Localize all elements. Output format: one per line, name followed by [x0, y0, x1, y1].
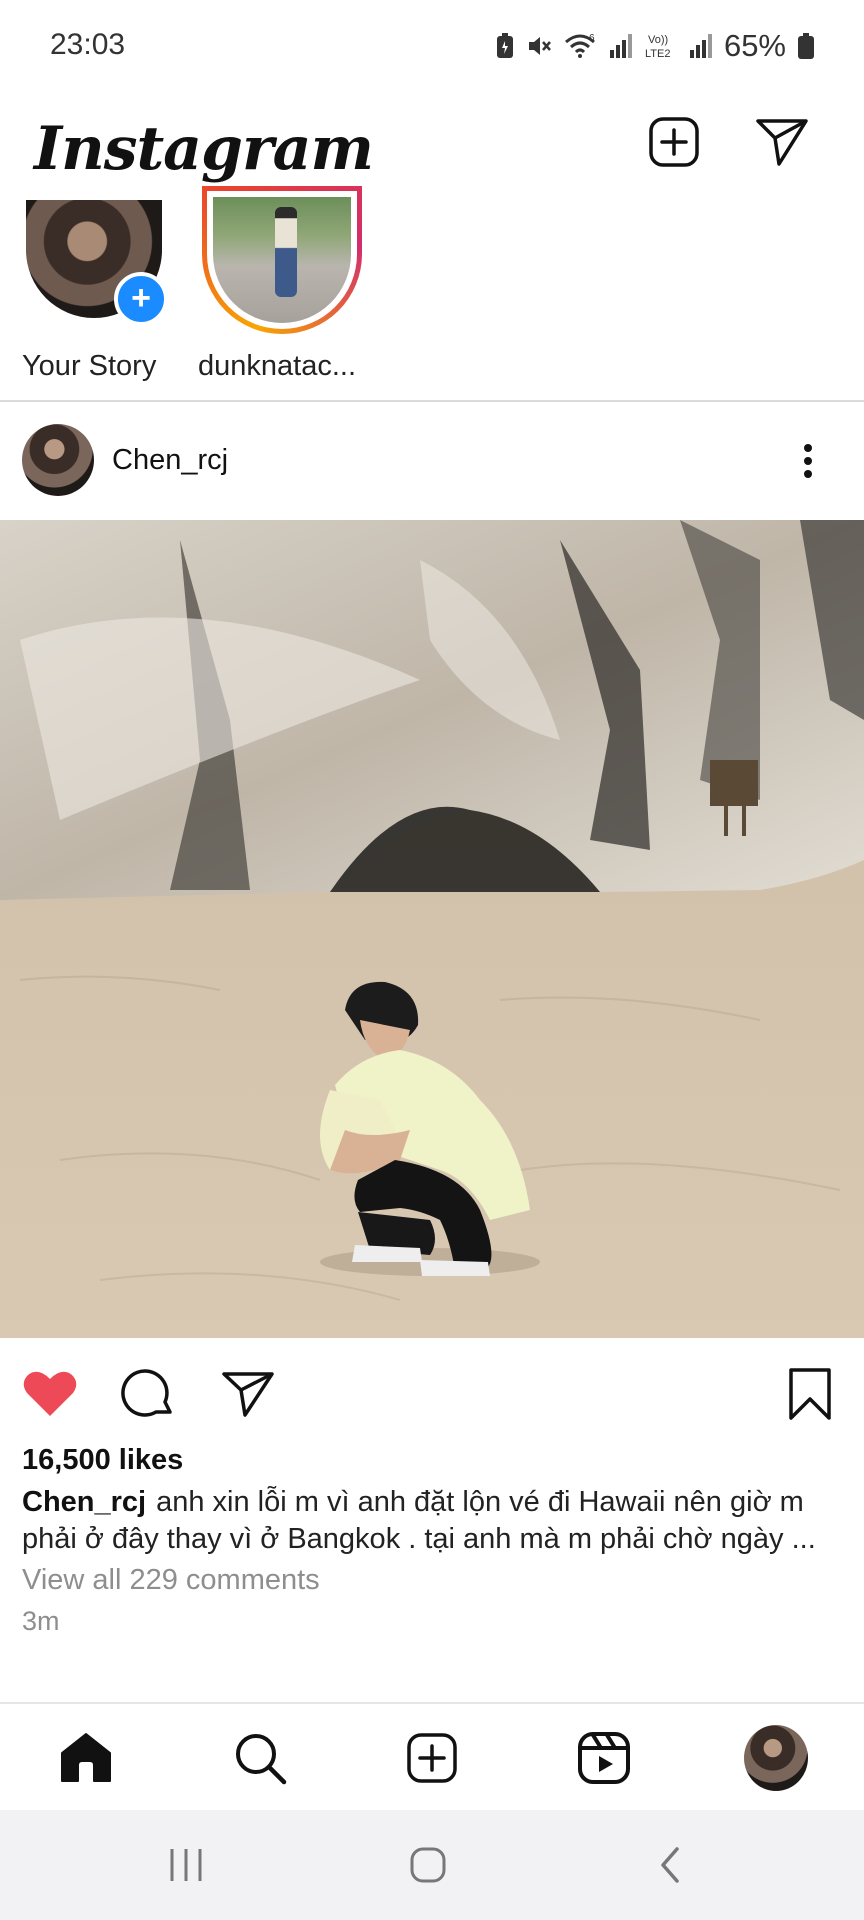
instagram-logo[interactable]: Instagram — [34, 114, 374, 184]
nav-reels-button[interactable] — [572, 1726, 636, 1790]
battery-saver-icon — [496, 33, 513, 58]
home-circle-icon — [410, 1847, 446, 1883]
likes-count[interactable]: 16,500 likes — [22, 1444, 183, 1477]
post-username[interactable]: Chen_rcj — [112, 444, 228, 477]
create-icon — [407, 1733, 457, 1783]
comment-button[interactable] — [118, 1364, 178, 1424]
post-timestamp: 3m — [22, 1606, 60, 1636]
new-post-button[interactable] — [644, 112, 704, 172]
battery-icon — [798, 33, 814, 59]
more-options-button[interactable] — [786, 438, 830, 484]
status-icons: 6 Vo)) LTE2 65% — [496, 26, 814, 66]
caption-username[interactable]: Chen_rcj — [22, 1486, 146, 1518]
volte-label-2: LTE2 — [645, 48, 670, 60]
story-ring — [202, 186, 362, 334]
home-icon — [61, 1733, 111, 1782]
system-home-button[interactable] — [398, 1840, 458, 1890]
signal-icon — [609, 34, 632, 58]
status-bar: 23:03 6 Vo)) LTE2 65% — [0, 0, 864, 96]
volte-label-1: Vo)) — [648, 34, 668, 46]
post-caption[interactable]: Chen_rcj anh xin lỗi m vì anh đặt lộn vé … — [22, 1484, 852, 1558]
nav-home-button[interactable] — [54, 1726, 118, 1790]
stories-tray: + Your Story dunknatac... — [0, 186, 864, 402]
share-icon — [222, 1372, 274, 1417]
story-label: Your Story — [22, 350, 157, 382]
recents-button[interactable] — [156, 1840, 216, 1890]
direct-message-button[interactable] — [752, 112, 812, 172]
system-navigation-bar — [0, 1810, 864, 1920]
like-button[interactable] — [20, 1364, 80, 1424]
profile-avatar — [744, 1725, 808, 1791]
comment-icon — [121, 1369, 172, 1417]
share-button[interactable] — [218, 1364, 278, 1424]
reels-icon — [578, 1732, 630, 1784]
volte-icon: Vo)) LTE2 — [645, 34, 670, 60]
new-post-icon — [649, 117, 699, 167]
post-actions — [0, 1338, 864, 1448]
direct-message-icon — [756, 119, 808, 166]
avatar — [213, 197, 351, 323]
back-button[interactable] — [640, 1840, 700, 1890]
battery-percent: 65% — [723, 28, 786, 63]
more-dot-icon — [804, 457, 812, 465]
wifi-label: 6 — [589, 33, 595, 44]
more-dot-icon — [804, 470, 812, 478]
post-image[interactable] — [0, 520, 864, 1338]
app-header: Instagram — [0, 96, 864, 200]
nav-create-button[interactable] — [400, 1726, 464, 1790]
bottom-nav — [0, 1702, 864, 1810]
recents-icon — [170, 1849, 202, 1881]
bookmark-icon — [789, 1368, 831, 1420]
avatar[interactable] — [22, 424, 94, 496]
mute-icon — [528, 37, 551, 55]
signal-icon — [689, 34, 712, 58]
back-icon — [661, 1847, 679, 1883]
story-label: dunknatac... — [198, 350, 356, 382]
heart-filled-icon — [23, 1371, 77, 1416]
nav-profile-button[interactable] — [744, 1725, 808, 1791]
add-story-icon[interactable]: + — [114, 272, 168, 326]
save-button[interactable] — [780, 1364, 840, 1424]
wifi-icon: 6 — [564, 33, 595, 58]
view-comments-link[interactable]: View all 229 comments — [22, 1564, 320, 1597]
more-dot-icon — [804, 444, 812, 452]
post-header: Chen_rcj — [0, 402, 864, 520]
nav-search-button[interactable] — [228, 1726, 292, 1790]
status-time: 23:03 — [50, 28, 126, 61]
search-icon — [236, 1734, 287, 1785]
